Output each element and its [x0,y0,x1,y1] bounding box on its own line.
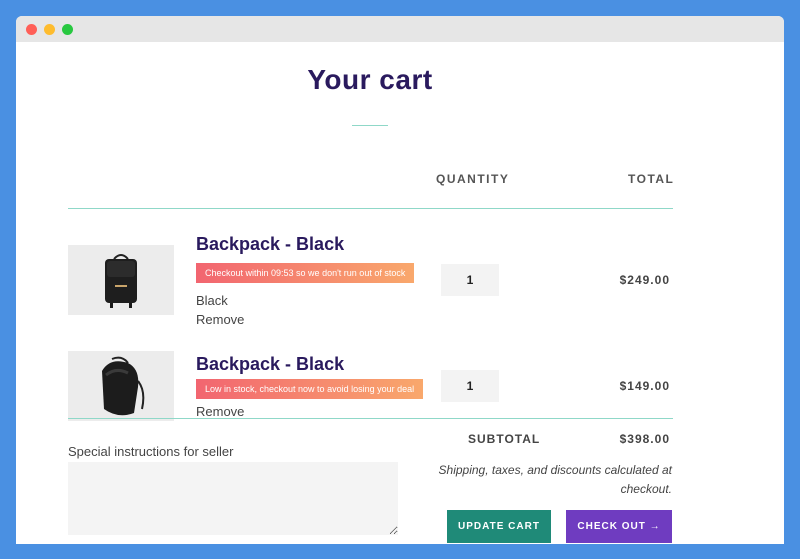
urgency-timer-badge: Checkout within 09:53 so we don't run ou… [196,263,415,283]
seller-instructions-input[interactable] [68,462,398,535]
cart-item-variant: Black [196,293,228,308]
cart-item-name[interactable]: Backpack - Black [196,354,344,375]
product-image-backpack-side[interactable] [68,351,174,421]
cart-item-name[interactable]: Backpack - Black [196,234,344,255]
items-divider [68,418,673,419]
close-window-icon[interactable] [26,24,37,35]
update-cart-button[interactable]: UPDATE CART [447,510,551,543]
total-column-header: TOTAL [628,172,675,186]
quantity-column-header: QUANTITY [436,172,510,186]
page-title: Your cart [307,64,433,95]
minimize-window-icon[interactable] [44,24,55,35]
quantity-input[interactable] [441,370,499,402]
product-image-backpack-front[interactable] [68,245,174,315]
low-stock-badge: Low in stock, checkout now to avoid losi… [196,379,424,399]
remove-item-link[interactable]: Remove [196,312,244,327]
line-item-total: $149.00 [619,379,670,393]
subtotal-value: $398.00 [619,432,670,446]
seller-instructions-label: Special instructions for seller [68,444,234,459]
backpack-front-icon [68,245,174,315]
backpack-side-icon [68,351,174,421]
browser-window: Your cart QUANTITY TOTAL Backpack - Blac… [16,16,784,544]
remove-item-link[interactable]: Remove [196,404,244,419]
title-underline [352,125,388,126]
checkout-button[interactable]: CHECK OUT → [566,510,672,543]
line-item-total: $249.00 [619,273,670,287]
shipping-note: Shipping, taxes, and discounts calculate… [438,463,672,496]
window-titlebar [16,16,784,42]
quantity-input[interactable] [441,264,499,296]
cart-page: Your cart QUANTITY TOTAL Backpack - Blac… [16,42,784,544]
header-divider [68,208,673,209]
maximize-window-icon[interactable] [62,24,73,35]
subtotal-label: SUBTOTAL [468,432,541,446]
